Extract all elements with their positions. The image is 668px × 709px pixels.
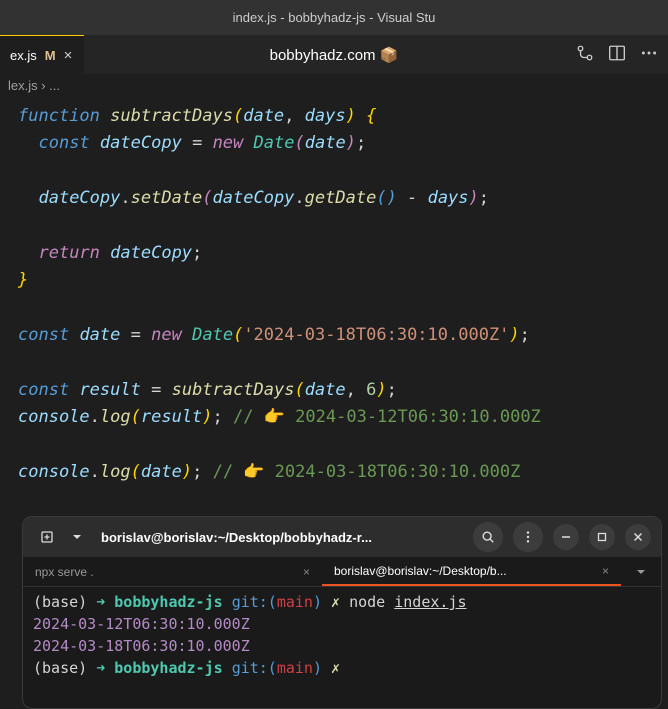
code-line xyxy=(18,213,668,240)
compare-icon[interactable] xyxy=(576,44,594,66)
code-line: const date = new Date('2024-03-18T06:30:… xyxy=(18,322,668,349)
code-line: const result = subtractDays(date, 6); xyxy=(18,377,668,404)
new-tab-button[interactable] xyxy=(33,523,61,551)
terminal-panel: borislav@borislav:~/Desktop/bobbyhadz-r.… xyxy=(22,516,662,709)
terminal-line: (base) ➜ bobbyhadz-js git:(main) ✗ xyxy=(33,657,651,679)
code-line: console.log(date); // 👉️ 2024-03-18T06:3… xyxy=(18,459,668,486)
terminal-tab-label: borislav@borislav:~/Desktop/b... xyxy=(334,564,507,578)
breadcrumb-text: lex.js › ... xyxy=(8,78,60,93)
title-bar: index.js - bobbyhadz-js - Visual Stu xyxy=(0,0,668,35)
code-line: function subtractDays(date, days) { xyxy=(18,103,668,130)
terminal-tab-2[interactable]: borislav@borislav:~/Desktop/b... × xyxy=(322,557,621,586)
terminal-line: (base) ➜ bobbyhadz-js git:(main) ✗ node … xyxy=(33,591,651,613)
search-button[interactable] xyxy=(473,522,503,552)
terminal-tab-expand[interactable] xyxy=(621,557,661,586)
code-line: return dateCopy; xyxy=(18,240,668,267)
code-line: console.log(result); // 👉️ 2024-03-12T06… xyxy=(18,404,668,431)
close-button[interactable] xyxy=(625,524,651,550)
terminal-tab-label: npx serve . xyxy=(35,565,94,579)
code-line: } xyxy=(18,267,668,294)
tab-row: ex.js M × bobbyhadz.com 📦 xyxy=(0,35,668,75)
terminal-title: borislav@borislav:~/Desktop/bobbyhadz-r.… xyxy=(101,530,463,545)
menu-button[interactable] xyxy=(513,522,543,552)
code-line xyxy=(18,350,668,377)
tab-modified-indicator: M xyxy=(45,48,56,63)
split-editor-icon[interactable] xyxy=(608,44,626,66)
code-editor[interactable]: function subtractDays(date, days) { cons… xyxy=(0,99,668,487)
minimize-button[interactable] xyxy=(553,524,579,550)
terminal-output: 2024-03-18T06:30:10.000Z xyxy=(33,635,651,657)
maximize-button[interactable] xyxy=(589,524,615,550)
code-line xyxy=(18,432,668,459)
code-line xyxy=(18,295,668,322)
breadcrumb[interactable]: lex.js › ... xyxy=(0,75,668,99)
code-line xyxy=(18,158,668,185)
code-line: dateCopy.setDate(dateCopy.getDate() - da… xyxy=(18,185,668,212)
terminal-header: borislav@borislav:~/Desktop/bobbyhadz-r.… xyxy=(23,517,661,557)
more-icon[interactable] xyxy=(640,44,658,66)
dropdown-icon[interactable] xyxy=(63,523,91,551)
close-icon[interactable]: × xyxy=(602,564,609,578)
terminal-body[interactable]: (base) ➜ bobbyhadz-js git:(main) ✗ node … xyxy=(23,587,661,683)
banner-text: bobbyhadz.com 📦 xyxy=(270,46,399,64)
terminal-tab-1[interactable]: npx serve . × xyxy=(23,557,322,586)
editor-tab-index-js[interactable]: ex.js M × xyxy=(0,35,84,74)
close-icon[interactable]: × xyxy=(64,47,73,64)
terminal-output: 2024-03-12T06:30:10.000Z xyxy=(33,613,651,635)
close-icon[interactable]: × xyxy=(303,565,310,579)
terminal-tabs: npx serve . × borislav@borislav:~/Deskto… xyxy=(23,557,661,587)
window-title: index.js - bobbyhadz-js - Visual Stu xyxy=(233,10,436,25)
tab-filename: ex.js xyxy=(10,48,37,63)
code-line: const dateCopy = new Date(date); xyxy=(18,130,668,157)
